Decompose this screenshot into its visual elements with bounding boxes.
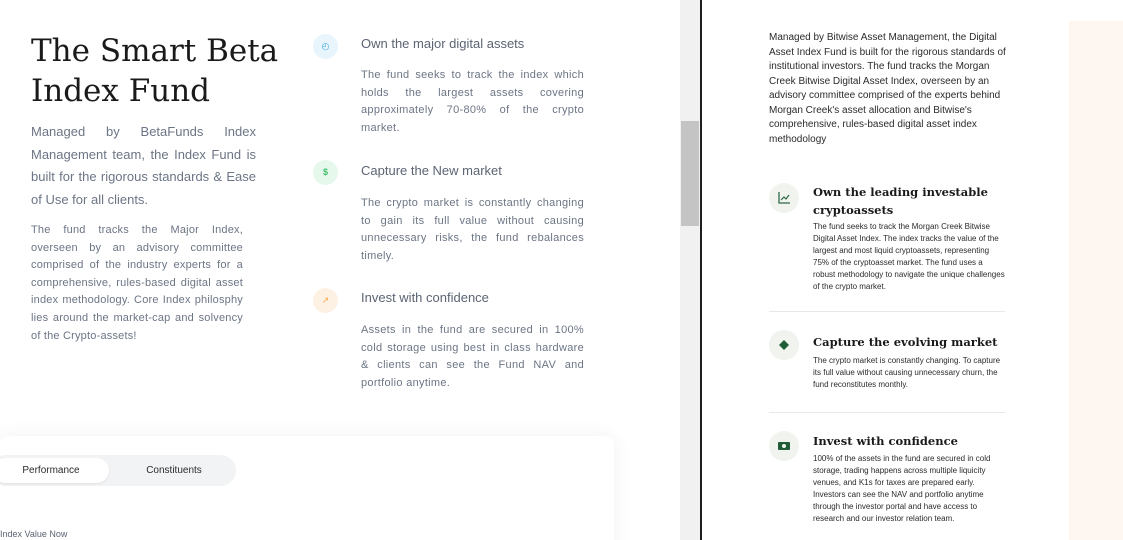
tab-constituents[interactable]: Constituents (115, 458, 233, 483)
diamond-icon (769, 330, 799, 360)
hero-body: The fund tracks the Major Index, oversee… (31, 224, 243, 342)
feature-new-market: $ Capture the New market The crypto mark… (313, 160, 585, 270)
feature-desc: The fund seeks to track the index which … (361, 69, 584, 134)
accent-strip (1069, 21, 1123, 540)
divider-line (769, 412, 1005, 413)
index-value-label: Index Value Now (0, 529, 68, 539)
right-item-title: Capture the evolving market (813, 335, 998, 349)
tab-performance[interactable]: Performance (0, 458, 109, 483)
right-item-title: Own the leading investable cryptoassets (813, 185, 988, 217)
chart-icon (769, 183, 799, 213)
right-item-title: Invest with confidence (813, 434, 958, 448)
feature-title: Invest with confidence (361, 290, 489, 305)
hero-title-line-2: Index Fund (31, 73, 211, 109)
dollar-icon: $ (313, 160, 338, 185)
right-intro: Managed by Bitwise Asset Management, the… (769, 32, 1006, 145)
right-item-desc: The crypto market is constantly changing… (813, 356, 1001, 389)
divider-line (769, 311, 1005, 312)
feature-title: Own the major digital assets (361, 36, 525, 51)
feature-major-assets: ◴ Own the major digital assets The fund … (313, 34, 585, 144)
trend-icon: ↗ (313, 288, 338, 313)
hero-lead: Managed by BetaFunds Index Management te… (31, 124, 256, 207)
feature-confidence: ↗ Invest with confidence Assets in the f… (313, 288, 585, 398)
feature-desc: The crypto market is constantly changing… (361, 197, 584, 262)
right-item-desc: The fund seeks to track the Morgan Creek… (813, 222, 1005, 291)
scrollbar-track[interactable] (680, 0, 700, 540)
feature-desc: Assets in the fund are secured in 100% c… (361, 324, 584, 389)
right-item-confidence: Invest with confidence 100% of the asset… (769, 431, 1005, 531)
clock-icon: ◴ (313, 34, 338, 59)
right-item-desc: 100% of the assets in the fund are secur… (813, 454, 991, 523)
right-item-leading-assets: Own the leading investable cryptoassets … (769, 183, 1005, 298)
tab-bar: Performance Constituents (0, 455, 236, 486)
hero-title: The Smart Beta Index Fund (31, 31, 281, 111)
performance-card (0, 436, 614, 540)
right-pane: Managed by Bitwise Asset Management, the… (702, 0, 1123, 540)
feature-title: Capture the New market (361, 163, 502, 178)
left-pane: The Smart Beta Index Fund Managed by Bet… (0, 0, 680, 540)
scrollbar-thumb[interactable] (681, 121, 699, 226)
cash-icon (769, 431, 799, 461)
hero-title-line-1: The Smart Beta (31, 33, 279, 69)
right-item-evolving-market: Capture the evolving market The crypto m… (769, 330, 1005, 400)
